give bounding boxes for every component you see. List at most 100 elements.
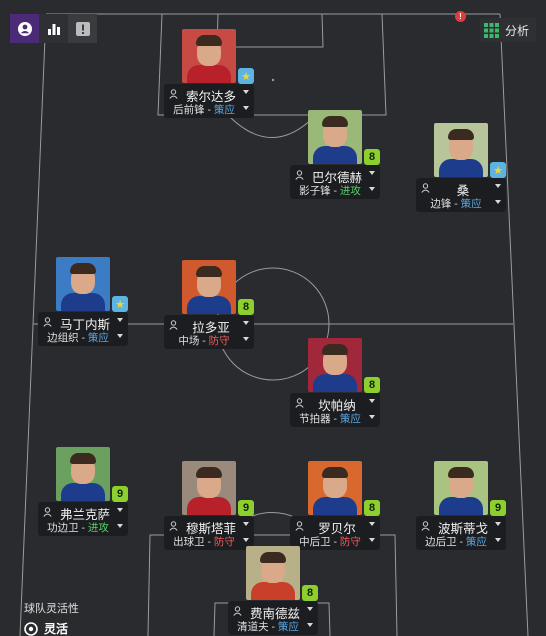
chevron-down-icon[interactable] — [495, 522, 501, 526]
player-rating-badge: 8 — [364, 149, 380, 165]
player-role[interactable]: 边后卫 - 策应 — [420, 534, 492, 549]
chevron-down-icon[interactable] — [243, 522, 249, 526]
chevron-down-icon[interactable] — [307, 623, 313, 627]
player-photo[interactable] — [434, 461, 488, 515]
warning-icon — [75, 21, 90, 36]
chevron-down-icon[interactable] — [117, 508, 123, 512]
chevron-down-icon[interactable] — [369, 187, 375, 191]
player-duty: 策应 — [465, 536, 487, 548]
player-role-card: 马丁内斯 边组织 - 策应 — [38, 312, 128, 346]
chevron-down-icon[interactable] — [243, 90, 249, 94]
chevron-down-icon[interactable] — [495, 184, 501, 188]
chevron-down-icon[interactable] — [369, 538, 375, 542]
person-icon — [295, 521, 304, 531]
alert-badge[interactable]: ! — [455, 11, 466, 22]
player-duty: 策应 — [460, 198, 482, 210]
player-photo[interactable] — [182, 260, 236, 314]
person-icon — [169, 521, 178, 531]
bar-chart-icon — [47, 23, 60, 35]
player-photo[interactable] — [308, 461, 362, 515]
chevron-down-icon[interactable] — [243, 321, 249, 325]
person-icon — [421, 183, 430, 193]
person-icon — [43, 507, 52, 517]
analysis-button[interactable]: 分析 — [480, 18, 536, 42]
player-role-card: 索尔达多 后前锋 - 策应 — [164, 84, 254, 118]
team-flexibility-title: 球队灵活性 — [24, 603, 79, 615]
player-role[interactable]: 影子锋 - 进攻 — [294, 183, 366, 198]
player-photo[interactable] — [308, 110, 362, 164]
person-icon — [43, 317, 52, 327]
player-rating-badge: 8 — [364, 377, 380, 393]
chevron-down-icon[interactable] — [369, 399, 375, 403]
chevron-down-icon[interactable] — [369, 415, 375, 419]
player-photo[interactable] — [56, 447, 110, 501]
chevron-down-icon[interactable] — [243, 538, 249, 542]
player-role[interactable]: 边组织 - 策应 — [42, 330, 114, 345]
player-card[interactable]: 8 巴尔德赫 影子锋 - 进攻 — [290, 110, 390, 210]
chevron-down-icon[interactable] — [117, 334, 123, 338]
player-photo[interactable] — [182, 29, 236, 83]
player-photo[interactable] — [308, 338, 362, 392]
player-photo[interactable] — [182, 461, 236, 515]
player-role-card: 罗贝尔 中后卫 - 防守 — [290, 516, 380, 550]
player-photo[interactable] — [434, 123, 488, 177]
person-icon — [169, 89, 178, 99]
player-role-card: 桑 边锋 - 策应 — [416, 178, 506, 212]
team-flexibility-value[interactable]: 灵活 — [44, 620, 68, 636]
chevron-down-icon[interactable] — [243, 106, 249, 110]
player-card[interactable]: 8 拉多亚 中场 - 防守 — [164, 260, 264, 360]
player-role-card: 穆斯塔菲 出球卫 - 防守 — [164, 516, 254, 550]
player-duty: 防守 — [208, 335, 230, 347]
player-rating-badge: 8 — [364, 500, 380, 516]
analysis-label: 分析 — [505, 23, 530, 38]
player-role-card: 弗兰克萨 功边卫 - 进攻 — [38, 502, 128, 536]
player-profile-icon — [17, 21, 32, 36]
player-role-card: 巴尔德赫 影子锋 - 进攻 — [290, 165, 380, 199]
player-role[interactable]: 后前锋 - 策应 — [168, 102, 240, 117]
player-role-card: 拉多亚 中场 - 防守 — [164, 315, 254, 349]
stats-button[interactable] — [39, 14, 68, 43]
chevron-down-icon[interactable] — [117, 524, 123, 528]
player-role[interactable]: 清道夫 - 策应 — [232, 619, 304, 634]
player-photo[interactable] — [246, 546, 300, 600]
warnings-button[interactable] — [68, 14, 97, 43]
player-duty: 进攻 — [339, 185, 361, 197]
player-photo[interactable] — [56, 257, 110, 311]
player-duty: 策应 — [213, 104, 235, 116]
player-card[interactable]: 8 费南德兹 清道夫 - 策应 — [228, 546, 328, 636]
chevron-down-icon[interactable] — [243, 337, 249, 341]
person-icon — [421, 521, 430, 531]
chevron-down-icon[interactable] — [369, 171, 375, 175]
player-card[interactable]: 9 波斯蒂戈 边后卫 - 策应 — [416, 461, 516, 561]
player-card[interactable]: 9 弗兰克萨 功边卫 - 进攻 — [38, 447, 138, 547]
chevron-down-icon[interactable] — [495, 538, 501, 542]
player-rating-badge: 8 — [238, 299, 254, 315]
player-role[interactable]: 边锋 - 策应 — [420, 196, 492, 211]
player-role-card: 波斯蒂戈 边后卫 - 策应 — [416, 516, 506, 550]
player-rating-badge: 9 — [490, 500, 506, 516]
person-icon — [295, 170, 304, 180]
player-duty: 防守 — [339, 536, 361, 548]
player-role-card: 费南德兹 清道夫 - 策应 — [228, 601, 318, 635]
player-card[interactable]: ★ 桑 边锋 - 策应 — [416, 123, 516, 223]
player-role[interactable]: 中场 - 防守 — [168, 333, 240, 348]
player-rating-badge: ★ — [112, 296, 128, 312]
player-profile-button[interactable] — [10, 14, 39, 43]
player-duty: 策应 — [339, 413, 361, 425]
chevron-down-icon[interactable] — [117, 318, 123, 322]
player-card[interactable]: 8 坎帕纳 节拍器 - 策应 — [290, 338, 390, 438]
player-card[interactable]: ★ 马丁内斯 边组织 - 策应 — [38, 257, 138, 357]
player-card[interactable]: ★ 索尔达多 后前锋 - 策应 — [164, 29, 264, 129]
player-rating-badge: 8 — [302, 585, 318, 601]
person-icon — [233, 606, 242, 616]
chevron-down-icon[interactable] — [369, 522, 375, 526]
view-toolbar — [10, 14, 97, 43]
player-rating-badge: ★ — [490, 162, 506, 178]
chevron-down-icon[interactable] — [307, 607, 313, 611]
player-role[interactable]: 功边卫 - 进攻 — [42, 520, 114, 535]
player-duty: 策应 — [277, 621, 299, 633]
chevron-down-icon[interactable] — [495, 200, 501, 204]
grid-icon — [484, 22, 499, 38]
player-role[interactable]: 节拍器 - 策应 — [294, 411, 366, 426]
target-icon — [24, 621, 38, 636]
